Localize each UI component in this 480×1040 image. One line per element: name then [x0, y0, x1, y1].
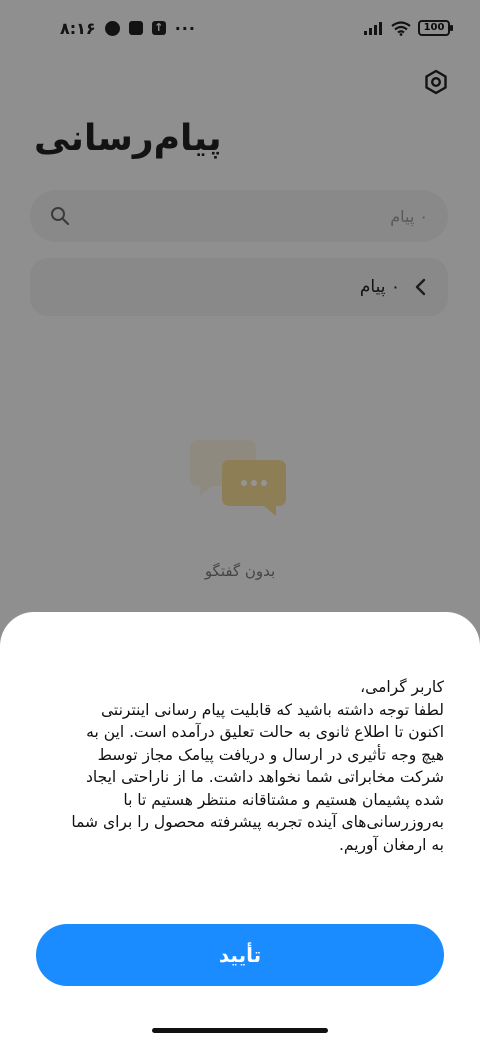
dialog-line: اکنون تا اطلاع ثانوی به حالت تعلیق درآمد…: [86, 723, 444, 741]
confirm-button[interactable]: تأیید: [36, 924, 444, 986]
dialog-line: شده پشیمان هستیم و مشتاقانه منتظر هستیم …: [123, 790, 444, 809]
home-indicator[interactable]: [152, 1028, 328, 1033]
dialog-line: لطفا توجه داشته باشید که قابلیت پیام رسا…: [101, 700, 444, 719]
dialog-line: هیچ وجه تأثیری در ارسال و دریافت پیامک م…: [97, 745, 444, 764]
dialog-message: کاربر گرامی، لطفا توجه داشته باشید که قا…: [34, 676, 444, 856]
dialog-line: به ارمغان آوریم.: [339, 835, 444, 854]
dialog-line: شرکت مخابراتی شما نخواهد داشت. ما از نار…: [85, 768, 444, 786]
dialog-line: کاربر گرامی،: [360, 678, 444, 696]
dialog-line: به‌روزرسانی‌های آینده تجربه پیشرفته محصو…: [71, 813, 444, 831]
suspension-notice-dialog: کاربر گرامی، لطفا توجه داشته باشید که قا…: [0, 612, 480, 1040]
